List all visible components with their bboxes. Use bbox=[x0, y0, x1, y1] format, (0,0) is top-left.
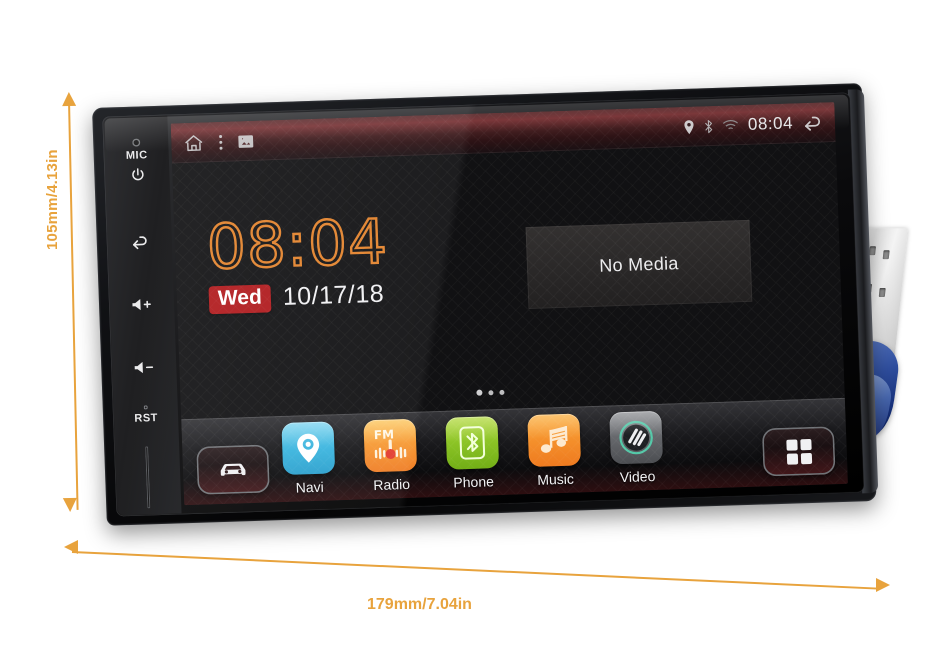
navi-icon-tile bbox=[281, 421, 336, 476]
reset-pinhole-icon[interactable] bbox=[143, 405, 148, 410]
svg-text:FM: FM bbox=[374, 427, 395, 442]
page-dot[interactable] bbox=[499, 389, 505, 395]
app-label: Music bbox=[537, 470, 575, 488]
car-icon bbox=[220, 463, 246, 476]
sd-card-slot[interactable] bbox=[145, 446, 151, 509]
device-chassis: MIC RST 08:04 08:04 Wed 10/17/18 No Medi… bbox=[92, 83, 879, 526]
bluetooth-icon bbox=[704, 118, 714, 133]
overflow-menu-icon[interactable] bbox=[218, 132, 224, 151]
music-note-icon bbox=[540, 426, 568, 453]
all-apps-button[interactable] bbox=[761, 426, 836, 477]
product-photo-scene: 105mm/4.13in 179mm/7.04in MIC RST 08:04 … bbox=[0, 0, 950, 661]
map-pin-icon bbox=[297, 433, 320, 463]
volume-down-button[interactable] bbox=[117, 359, 172, 380]
media-widget[interactable]: No Media bbox=[525, 219, 753, 310]
wallpaper-icon[interactable] bbox=[237, 133, 255, 149]
date-text: 10/17/18 bbox=[282, 279, 385, 312]
clock-time: 08:04 bbox=[205, 205, 391, 284]
music-icon-tile bbox=[527, 413, 582, 468]
app-shortcut-radio[interactable]: FM Radio bbox=[359, 418, 422, 494]
width-dimension-label: 179mm/7.04in bbox=[367, 596, 472, 613]
fm-radio-icon: FM bbox=[374, 427, 407, 460]
location-pin-icon bbox=[683, 119, 696, 134]
radio-icon-tile: FM bbox=[363, 418, 418, 473]
page-dot[interactable] bbox=[488, 389, 494, 395]
touchscreen-display[interactable]: 08:04 08:04 Wed 10/17/18 No Media Navi F… bbox=[170, 102, 848, 506]
hardware-back-button[interactable] bbox=[113, 233, 168, 258]
home-screen: 08:04 Wed 10/17/18 No Media Navi FM Radi… bbox=[172, 142, 848, 506]
back-arrow-icon bbox=[132, 236, 147, 250]
status-bar-clock: 08:04 bbox=[747, 113, 794, 134]
car-settings-button[interactable] bbox=[196, 444, 270, 495]
wifi-icon bbox=[722, 119, 739, 133]
app-shortcut-phone[interactable]: Phone bbox=[441, 416, 504, 491]
power-button[interactable] bbox=[110, 166, 165, 190]
bluetooth-icon bbox=[459, 426, 486, 460]
app-shortcut-video[interactable]: Video bbox=[605, 410, 668, 486]
width-arrow-right-icon bbox=[876, 578, 890, 592]
reset-label: RST bbox=[134, 412, 159, 425]
app-label: Radio bbox=[373, 475, 411, 494]
volume-up-button[interactable] bbox=[115, 296, 170, 317]
phone-icon-tile bbox=[445, 416, 500, 470]
navbar-back-icon[interactable] bbox=[802, 113, 824, 133]
mic-label: MIC bbox=[125, 149, 148, 162]
apps-grid-icon bbox=[785, 438, 812, 465]
car-stereo-head-unit: MIC RST 08:04 08:04 Wed 10/17/18 No Medi… bbox=[92, 83, 909, 528]
power-icon bbox=[131, 168, 144, 181]
app-shortcut-list: Navi FM Radio Phone Music Video bbox=[277, 410, 668, 496]
height-arrow-down-icon bbox=[62, 497, 78, 513]
page-dot-active[interactable] bbox=[476, 389, 483, 396]
width-dimension-line bbox=[71, 551, 878, 590]
app-shortcut-music[interactable]: Music bbox=[523, 413, 586, 488]
video-icon-tile bbox=[609, 410, 664, 465]
page-indicator bbox=[476, 389, 505, 396]
app-label: Video bbox=[619, 468, 656, 486]
clock-widget[interactable]: 08:04 Wed 10/17/18 bbox=[205, 205, 391, 315]
height-dimension-label: 105mm/4.13in bbox=[44, 149, 61, 250]
home-icon[interactable] bbox=[183, 133, 205, 153]
volume-down-icon bbox=[134, 361, 154, 374]
video-disc-icon bbox=[619, 420, 653, 455]
microphone-hole-icon bbox=[132, 138, 141, 147]
media-status-text: No Media bbox=[598, 252, 679, 276]
app-label: Navi bbox=[295, 478, 324, 496]
volume-up-icon bbox=[132, 298, 151, 311]
height-dimension-line bbox=[68, 99, 79, 510]
day-badge: Wed bbox=[208, 283, 272, 314]
app-shortcut-navi[interactable]: Navi bbox=[277, 421, 340, 496]
app-label: Phone bbox=[453, 473, 495, 491]
